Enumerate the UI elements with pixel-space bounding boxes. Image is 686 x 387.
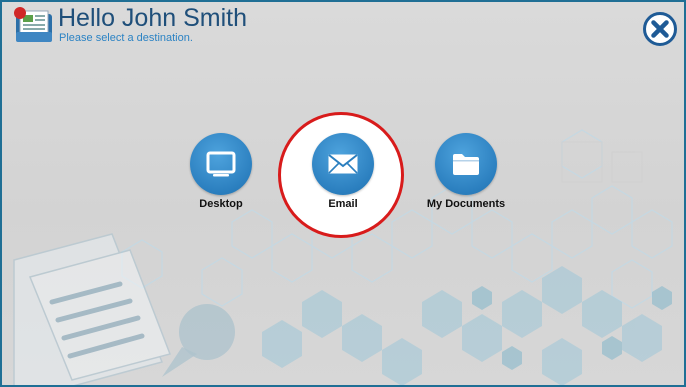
destination-my-documents-button[interactable]: My Documents [406,133,526,210]
my-documents-circle [435,133,497,195]
destination-desktop-label: Desktop [199,198,243,210]
folder-icon [453,154,479,175]
envelope-icon [328,154,358,174]
page-subtitle: Please select a destination. [59,32,193,44]
scanner-app-icon [14,7,52,42]
destination-email-label: Email [328,198,358,210]
monitor-icon [206,151,236,177]
destination-screen: Hello John Smith Please select a destina… [0,0,686,387]
destination-my-documents-label: My Documents [426,198,506,210]
email-circle [312,133,374,195]
close-button[interactable] [642,11,678,47]
page-title: Hello John Smith [58,4,247,32]
destination-desktop-button[interactable]: Desktop [161,133,281,210]
desktop-circle [190,133,252,195]
destination-email-button[interactable]: Email [283,133,403,210]
